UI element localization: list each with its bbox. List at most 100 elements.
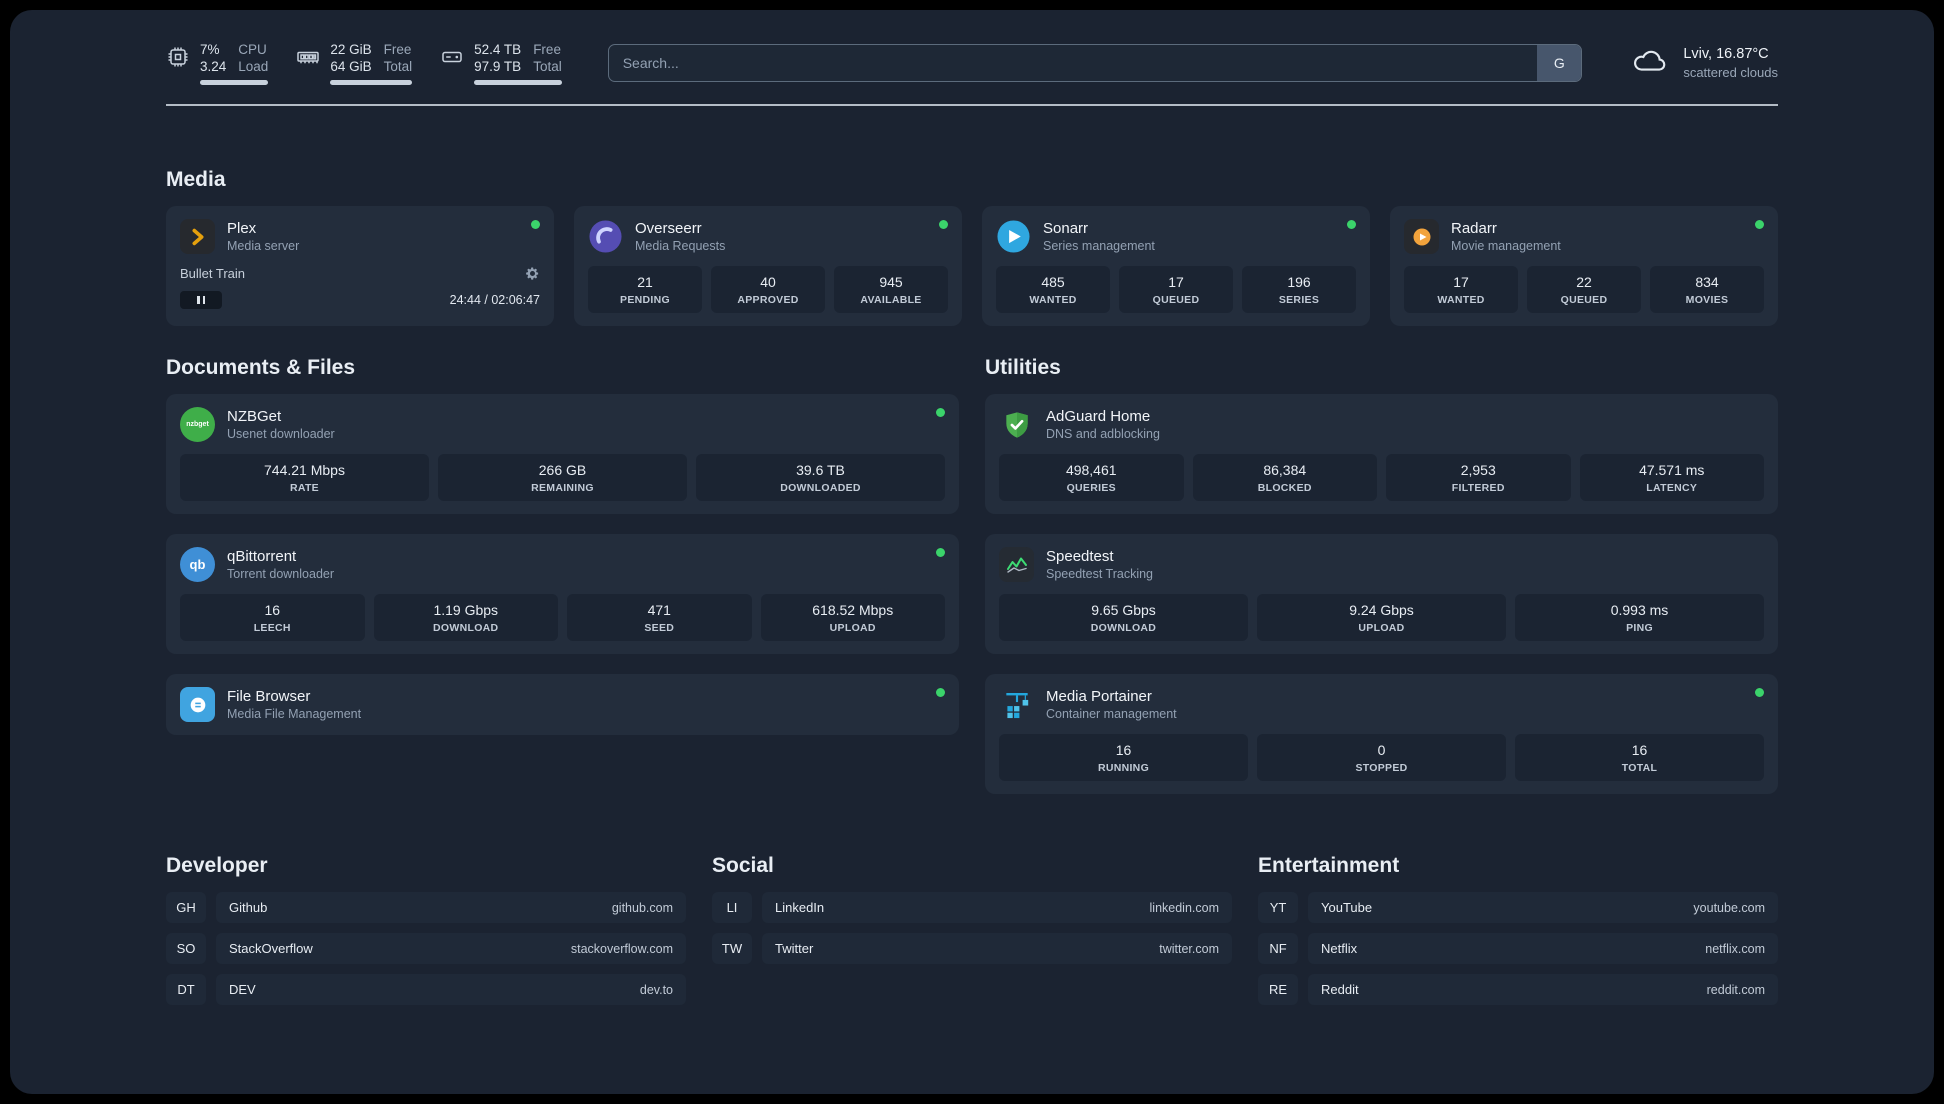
bookmark-twitter[interactable]: TW Twitter twitter.com [712,933,1232,964]
bookmark-abbr: GH [166,892,206,923]
service-subtitle: Media File Management [227,707,362,721]
service-subtitle: Usenet downloader [227,427,335,441]
memory-total-label: Total [383,59,413,74]
radarr-icon [1404,219,1439,254]
bookmark-dev[interactable]: DT DEV dev.to [166,974,686,1005]
stat-tile: 485 WANTED [996,266,1110,313]
service-card-filebrowser[interactable]: File Browser Media File Management [166,674,959,735]
stat-tile: 17 WANTED [1404,266,1518,313]
service-card-overseerr[interactable]: Overseerr Media Requests 21 PENDING 40 A… [574,206,962,326]
pause-button[interactable] [180,291,222,309]
section-heading: Documents & Files [166,356,356,379]
speedtest-icon [999,547,1034,582]
bookmark-url: linkedin.com [1149,900,1219,915]
service-name: Plex [227,220,257,237]
gear-icon[interactable] [525,266,540,281]
service-name: Sonarr [1043,220,1089,237]
bookmark-linkedin[interactable]: LI LinkedIn linkedin.com [712,892,1232,923]
stat-tile: 0.993 ms PING [1515,594,1764,641]
stat-tile: 16 TOTAL [1515,734,1764,781]
bookmark-reddit[interactable]: RE Reddit reddit.com [1258,974,1778,1005]
service-card-adguard[interactable]: AdGuard Home DNS and adblocking 498,461 … [985,394,1778,514]
bookmark-stackoverflow[interactable]: SO StackOverflow stackoverflow.com [166,933,686,964]
service-name: Overseerr [635,220,702,237]
overseerr-icon [588,219,623,254]
service-subtitle: Movie management [1451,239,1561,253]
service-name: NZBGet [227,408,282,425]
service-subtitle: Container management [1046,707,1177,721]
service-card-sonarr[interactable]: Sonarr Series management 485 WANTED 17 Q… [982,206,1370,326]
bookmark-youtube[interactable]: YT YouTube youtube.com [1258,892,1778,923]
bookmark-url: reddit.com [1706,982,1765,997]
weather-widget: Lviv, 16.87°C scattered clouds [1628,44,1778,83]
bookmark-name: DEV [229,982,256,997]
bookmark-abbr: SO [166,933,206,964]
stat-tile: 22 QUEUED [1527,266,1641,313]
stat-tile: 9.65 Gbps DOWNLOAD [999,594,1248,641]
resource-widgets: 7% CPU 3.24 Load 22 GiB Free 64 GiB Tota… [166,41,562,85]
bookmark-netflix[interactable]: NF Netflix netflix.com [1258,933,1778,964]
disk-total-value: 97.9 TB [474,59,522,74]
stat-tile: 498,461 QUERIES [999,454,1184,501]
service-subtitle: Series management [1043,239,1155,253]
stat-tile: 21 PENDING [588,266,702,313]
ram-icon [296,41,320,85]
bookmark-group-developer: Developer GH Github github.com SO StackO… [166,854,686,1015]
disk-total-label: Total [533,59,562,74]
stat-tile: 2,953 FILTERED [1386,454,1571,501]
cloud-icon [1628,44,1670,83]
status-dot [1755,688,1764,697]
plex-icon [180,219,215,254]
bookmark-group-entertainment: Entertainment YT YouTube youtube.com NF … [1258,854,1778,1015]
bookmark-abbr: LI [712,892,752,923]
service-name: AdGuard Home [1046,408,1151,425]
disk-usage-bar [474,80,562,85]
status-dot [939,220,948,229]
status-dot [936,408,945,417]
service-name: Media Portainer [1046,688,1152,705]
stat-tile: 196 SERIES [1242,266,1356,313]
bookmark-url: stackoverflow.com [570,941,673,956]
bookmark-github[interactable]: GH Github github.com [166,892,686,923]
section-heading: Social [712,854,774,877]
service-card-portainer[interactable]: Media Portainer Container management 16 … [985,674,1778,794]
nzbget-icon: nzbget [180,407,215,442]
status-dot [1347,220,1356,229]
weather-location: Lviv, 16.87°C [1683,46,1769,62]
adguard-icon [999,407,1034,442]
playback-time: 24:44 / 02:06:47 [449,293,540,307]
search-input[interactable] [607,44,1583,82]
cpu-usage-bar [200,80,269,85]
service-card-plex[interactable]: Plex Media server Bullet Train 24:44 / 0… [166,206,554,326]
service-card-nzbget[interactable]: nzbget NZBGet Usenet downloader 744.21 M… [166,394,959,514]
service-subtitle: Media server [227,239,300,253]
stat-tile: 744.21 Mbps RATE [180,454,429,501]
bookmark-group-social: Social LI LinkedIn linkedin.com TW Twitt… [712,854,1232,974]
weather-condition: scattered clouds [1683,65,1778,80]
stat-tile: 618.52 Mbps UPLOAD [760,594,945,641]
disk-free-value: 52.4 TB [474,42,522,57]
stat-tile: 1.19 Gbps DOWNLOAD [373,594,558,641]
service-name: File Browser [227,688,311,705]
disk-free-label: Free [533,42,561,57]
bookmark-name: Github [229,900,268,915]
stat-tile: 471 SEED [567,594,752,641]
search-bar: G [607,44,1583,82]
bookmark-name: Netflix [1321,941,1358,956]
stat-tile: 945 AVAILABLE [834,266,948,313]
bookmark-abbr: RE [1258,974,1298,1005]
service-card-qbittorrent[interactable]: qb qBittorrent Torrent downloader 16 LEE… [166,534,959,654]
stat-tile: 47.571 ms LATENCY [1579,454,1764,501]
section-heading: Entertainment [1258,854,1400,877]
bookmark-abbr: NF [1258,933,1298,964]
stat-tile: 0 STOPPED [1257,734,1506,781]
sonarr-icon [996,219,1031,254]
service-card-speedtest[interactable]: Speedtest Speedtest Tracking 9.65 Gbps D… [985,534,1778,654]
memory-free-value: 22 GiB [330,42,372,57]
status-dot [936,548,945,557]
service-card-radarr[interactable]: Radarr Movie management 17 WANTED 22 QUE… [1390,206,1778,326]
bookmark-url: twitter.com [1159,941,1219,956]
search-provider-button[interactable]: G [1537,45,1582,81]
service-name: qBittorrent [227,548,297,565]
section-heading: Media [166,168,226,191]
